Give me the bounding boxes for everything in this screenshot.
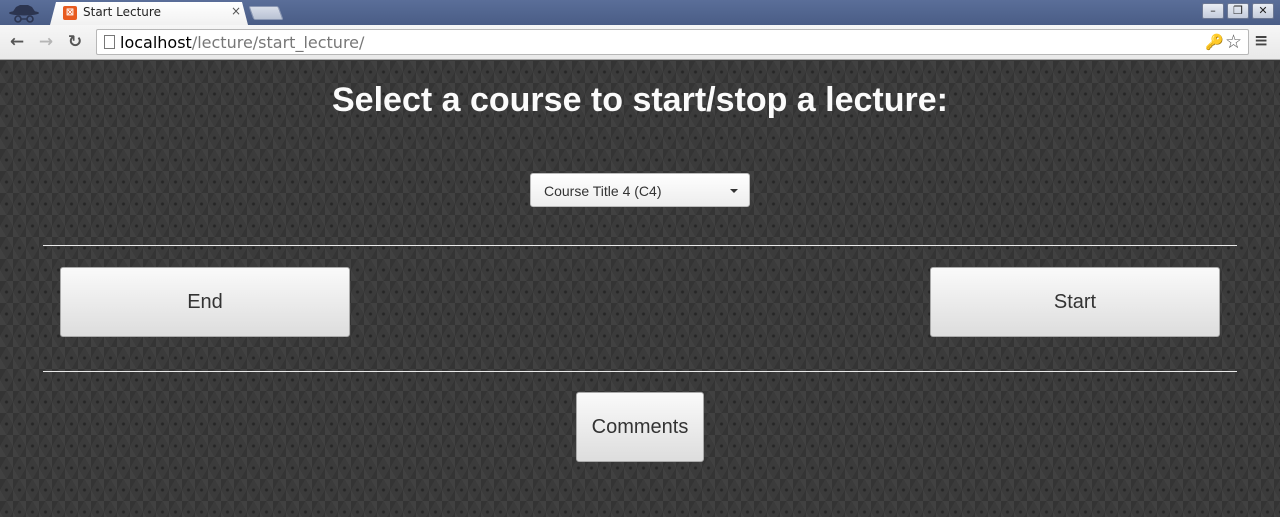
minimize-button[interactable]: –: [1202, 3, 1224, 19]
page-icon: [104, 35, 115, 49]
divider-top: [43, 245, 1237, 246]
end-button[interactable]: End: [60, 267, 350, 337]
divider-bottom: [43, 371, 1237, 372]
forward-button[interactable]: →: [35, 32, 57, 52]
menu-icon[interactable]: ≡: [1254, 31, 1268, 51]
restore-button[interactable]: ❐: [1227, 3, 1249, 19]
new-tab-button[interactable]: [248, 6, 284, 20]
url-text[interactable]: localhost/lecture/start_lecture/: [120, 33, 364, 52]
favicon-icon: ⊠: [63, 6, 77, 20]
chevron-down-icon: [730, 189, 738, 193]
incognito-icon: [9, 5, 39, 23]
reload-button[interactable]: ↻: [64, 32, 86, 52]
course-select-value: Course Title 4 (C4): [544, 183, 662, 199]
url-path: /lecture/start_lecture/: [191, 33, 365, 52]
tab-close-icon[interactable]: ×: [229, 4, 243, 18]
bookmark-star-icon[interactable]: ☆: [1225, 31, 1242, 53]
tab-title: Start Lecture: [83, 5, 161, 19]
key-icon[interactable]: 🔑: [1205, 33, 1224, 51]
course-select[interactable]: Course Title 4 (C4): [530, 173, 750, 207]
title-bar: ⊠ Start Lecture × – ❐ ✕: [0, 0, 1280, 25]
page-title: Select a course to start/stop a lecture:: [332, 81, 948, 119]
address-bar[interactable]: localhost/lecture/start_lecture/ 🔑 ☆: [96, 29, 1249, 55]
browser-toolbar: ← → ↻ localhost/lecture/start_lecture/ 🔑…: [0, 25, 1280, 60]
start-button[interactable]: Start: [930, 267, 1220, 337]
page-content: Select a course to start/stop a lecture:…: [0, 61, 1280, 517]
url-host: localhost: [120, 33, 192, 52]
comments-button[interactable]: Comments: [576, 392, 704, 462]
close-window-button[interactable]: ✕: [1252, 3, 1274, 19]
back-button[interactable]: ←: [6, 32, 28, 52]
